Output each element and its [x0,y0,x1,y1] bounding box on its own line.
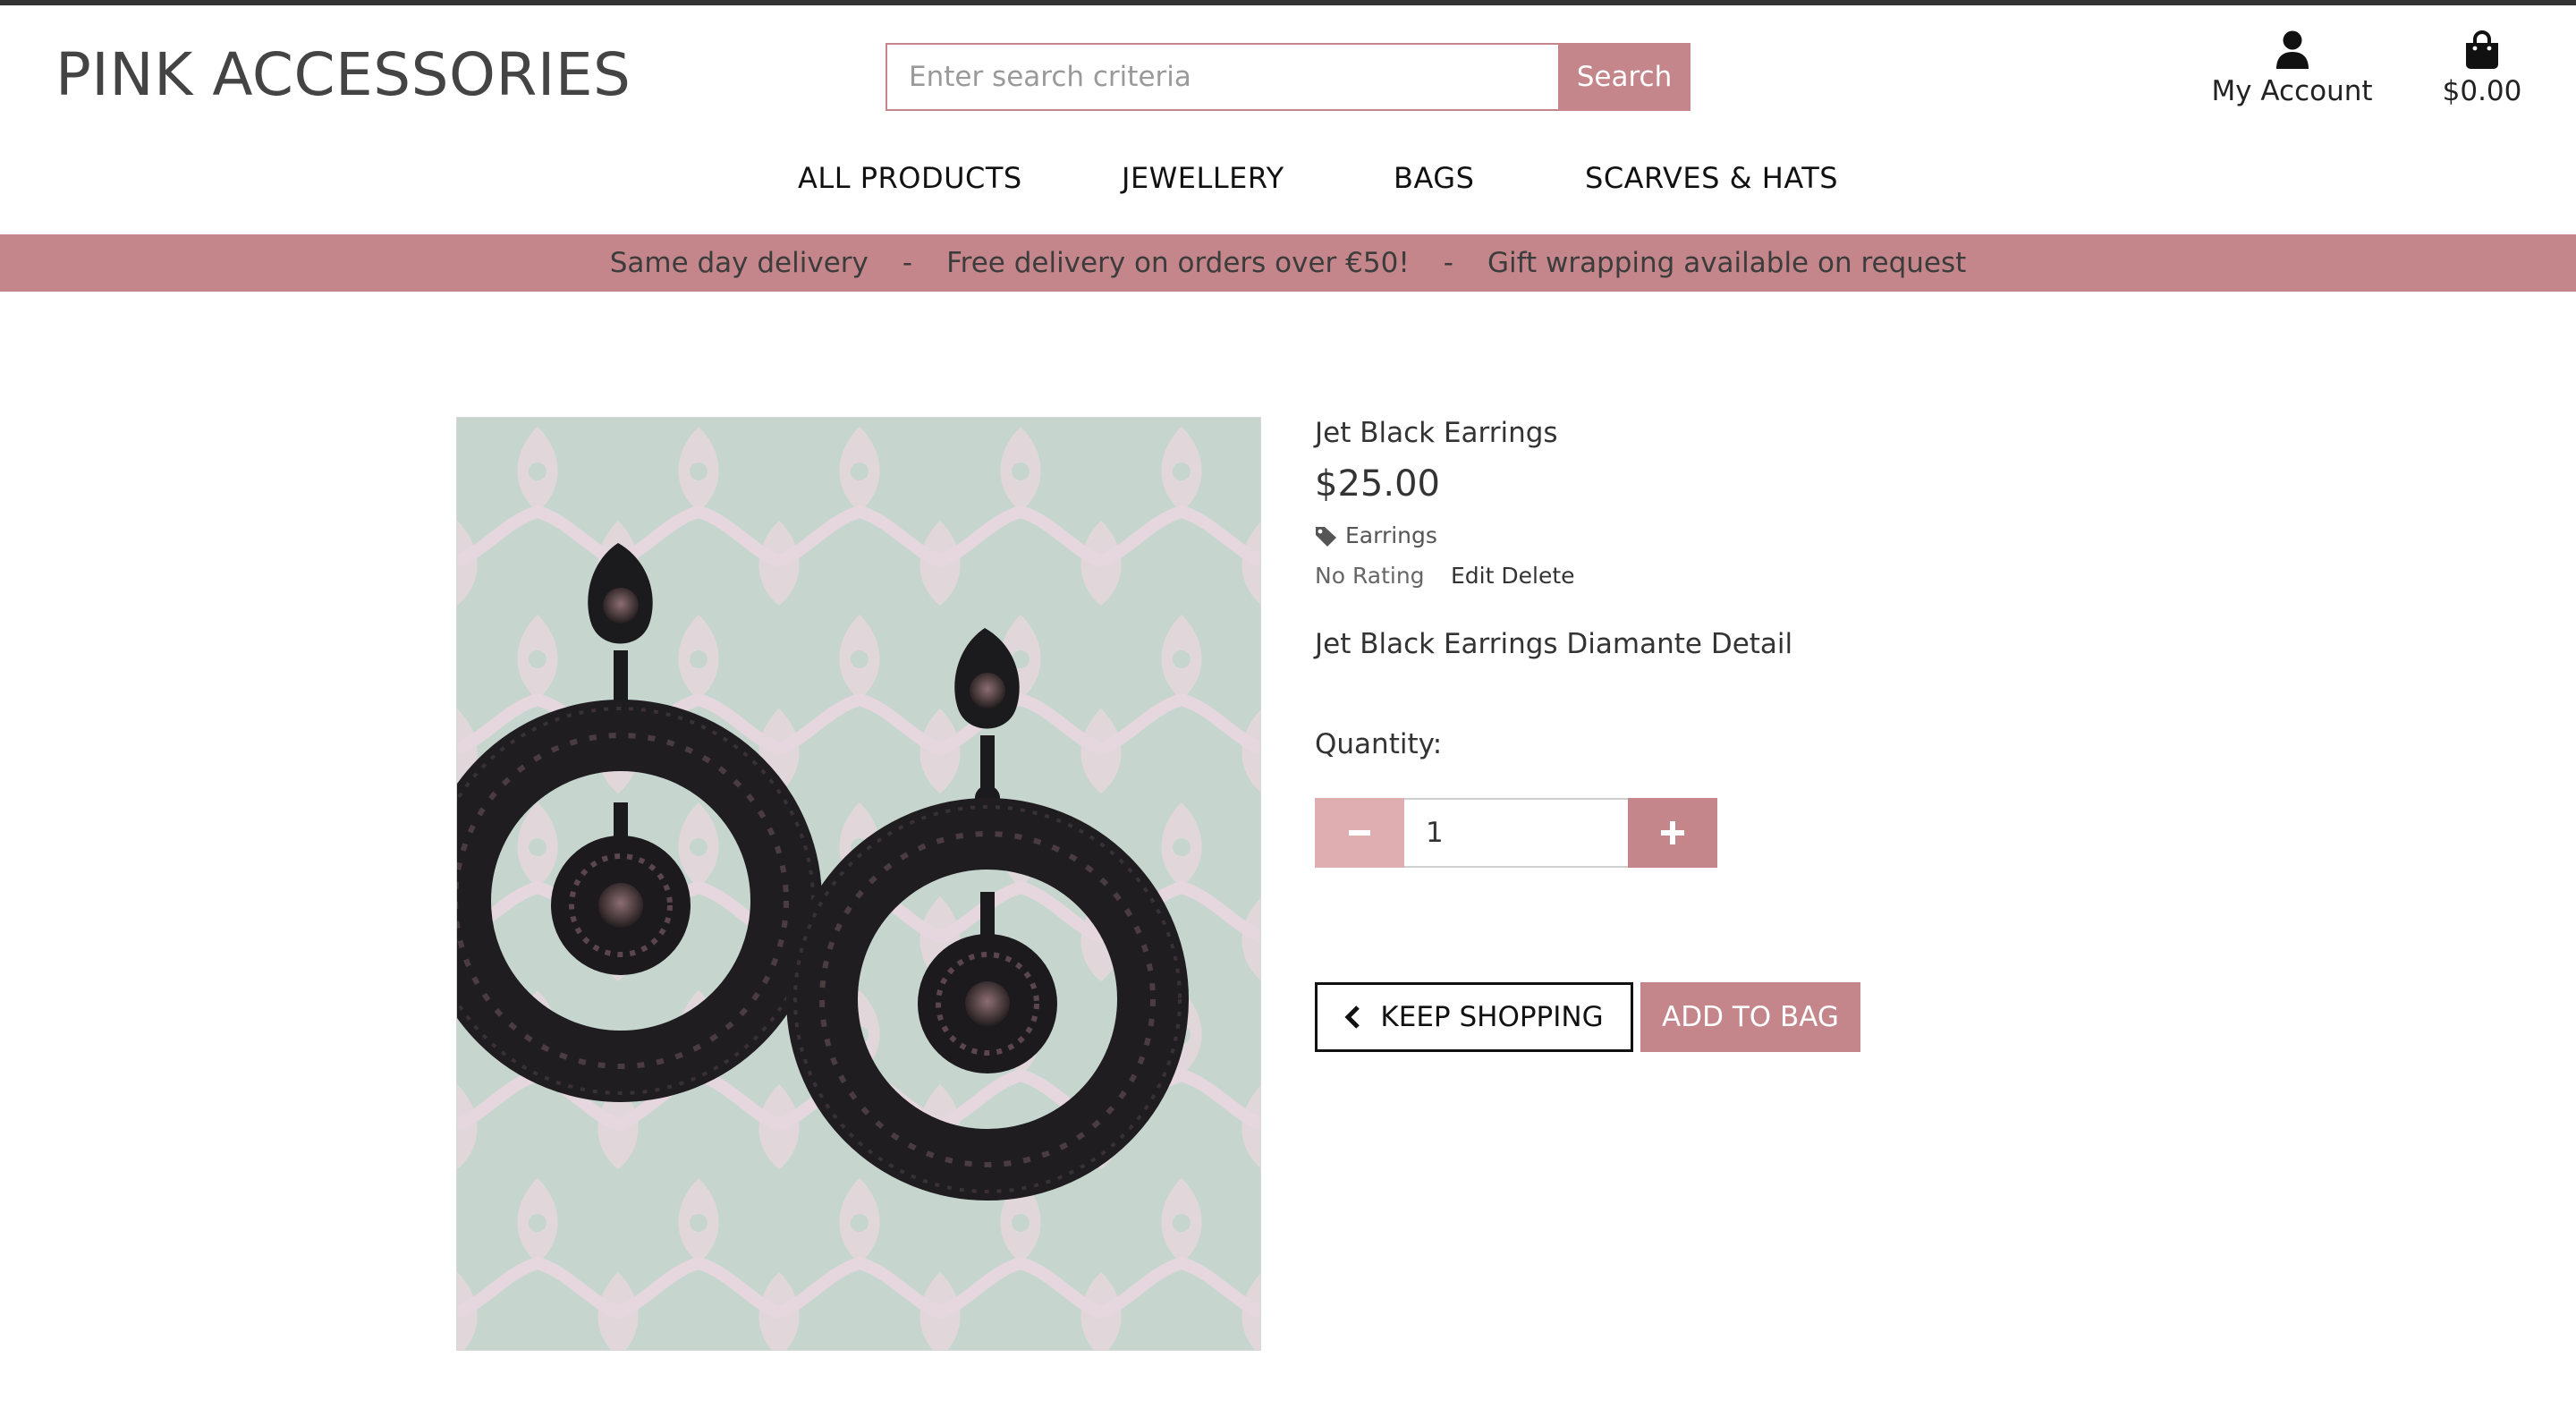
product-price: $25.00 [1315,463,1440,505]
quantity-stepper [1315,798,1717,868]
banner-free-delivery: Free delivery on orders over €50! [946,247,1410,279]
add-to-bag-button[interactable]: ADD TO BAG [1640,982,1860,1052]
page: PINK ACCESSORIES Search My Account $0.00… [0,0,2576,1417]
quantity-label: Quantity: [1315,728,1443,760]
my-account-link[interactable]: My Account [2209,30,2375,107]
plus-icon [1661,821,1684,844]
product-category: Earrings [1345,522,1437,548]
nav-all-products[interactable]: ALL PRODUCTS [798,161,1022,195]
bag-total: $0.00 [2442,75,2522,107]
edit-link[interactable]: Edit [1451,563,1494,589]
product-rating: No Rating [1315,563,1425,589]
delivery-banner: Same day delivery - Free delivery on order… [0,234,2576,292]
chevron-left-icon [1344,1005,1360,1029]
quantity-input[interactable] [1404,798,1628,868]
nav-scarves-hats[interactable]: SCARVES & HATS [1585,161,1838,195]
my-account-label: My Account [2211,75,2373,107]
increment-quantity-button[interactable] [1628,798,1717,868]
search-button[interactable]: Search [1558,43,1690,111]
shopping-bag-link[interactable]: $0.00 [2428,30,2536,107]
search-form: Search [886,43,1690,111]
product-image[interactable] [456,417,1261,1351]
user-icon [2275,30,2309,69]
admin-links: Edit Delete [1451,563,1575,589]
product-name: Jet Black Earrings [1315,417,1558,449]
main-nav: ALL PRODUCTS JEWELLERY BAGS SCARVES & HA… [0,161,2576,225]
keep-shopping-label: KEEP SHOPPING [1380,1001,1604,1033]
tag-icon [1316,526,1336,547]
product-category-link[interactable]: Earrings [1315,522,1437,548]
banner-separator: - [1443,247,1453,279]
decrement-quantity-button[interactable] [1315,798,1404,868]
banner-same-day: Same day delivery [609,247,869,279]
product-description: Jet Black Earrings Diamante Detail [1315,628,1793,660]
banner-separator: - [902,247,913,279]
earrings-photo [457,418,1260,1350]
shopping-bag-icon [2466,30,2498,69]
site-logo[interactable]: PINK ACCESSORIES [55,40,631,109]
banner-gift-wrapping: Gift wrapping available on request [1487,247,1967,279]
delete-link[interactable]: Delete [1501,563,1574,589]
search-input[interactable] [886,43,1558,111]
keep-shopping-button[interactable]: KEEP SHOPPING [1315,982,1633,1052]
nav-bags[interactable]: BAGS [1394,161,1474,195]
minus-icon [1349,830,1370,836]
nav-jewellery[interactable]: JEWELLERY [1122,161,1284,195]
top-border [0,0,2576,5]
